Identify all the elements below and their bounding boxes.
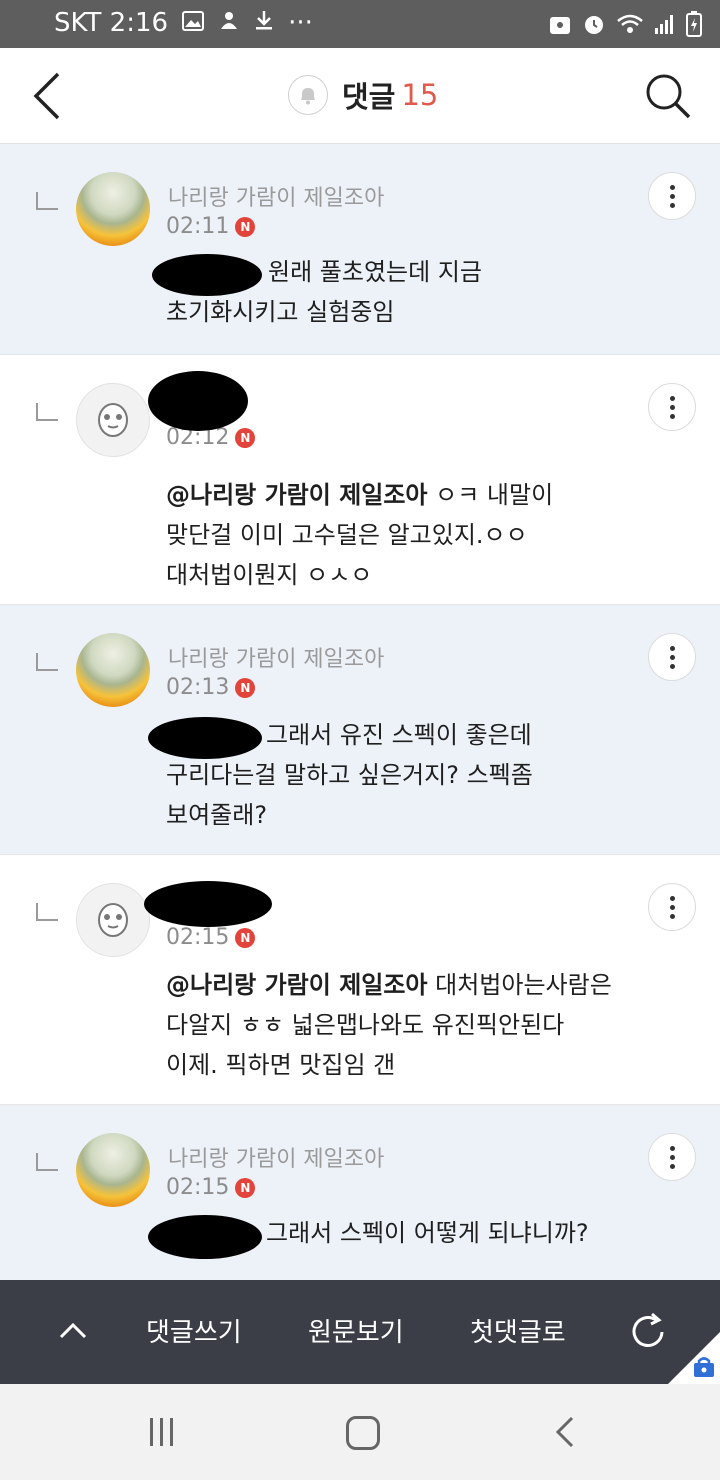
avatar[interactable] [76,172,150,246]
more-options-button[interactable] [648,172,696,220]
comment-time-text: 02:11 [166,214,230,239]
reply-indicator-icon [36,653,58,671]
more-options-button[interactable] [648,383,696,431]
more-options-button[interactable] [648,633,696,681]
more-options-button[interactable] [648,883,696,931]
comment-body: 그래서 유진 스펙이 좋은데 구리다는걸 말하고 싶은거지? 스펙좀 보여줄래? [166,715,666,835]
system-back-button[interactable] [552,1414,578,1450]
new-badge: N [235,1177,256,1198]
comment-time-text: 02:15 [166,925,230,950]
refresh-button[interactable] [626,1310,670,1354]
carrier-time: SKT 2:16 [54,8,169,38]
back-arrow-icon [555,1416,574,1448]
comment-line: 다알지 ㅎㅎ 넓은맵나와도 유진픽안된다 [166,1011,565,1039]
comment-item[interactable]: 나리랑 가람이 제일조아 02:15 N 그래서 스펙이 어떻게 되냐니까? [0,1105,720,1280]
image-icon [182,8,205,38]
comment-author[interactable]: 나리랑 가람이 제일조아 [168,180,384,212]
app-header: 댓글 15 [0,48,720,144]
new-badge: N [235,216,256,237]
signal-icon [654,13,676,39]
comment-body: 그래서 스펙이 어떻게 되냐니까? [166,1213,666,1253]
bell-icon[interactable] [288,75,328,115]
comment-line: @나리랑 가람이 제일조아 ㅇㅋ 내말이 [166,475,666,515]
scroll-top-button[interactable] [56,1314,90,1348]
mention-link[interactable]: @나리랑 가람이 제일조아 [166,481,428,509]
comment-body: 원래 풀초였는데 지금 초기화시키고 실험중임 [166,252,666,332]
comment-line: 원래 풀초였는데 지금 [268,258,482,286]
lock-icon[interactable] [692,1356,716,1378]
redaction-mark [148,371,248,431]
system-navigation-bar [0,1384,720,1480]
search-icon [646,74,691,119]
first-comment-button[interactable]: 첫댓글로 [470,1312,566,1349]
more-indicator: ··· [288,8,313,38]
avatar[interactable] [76,383,150,457]
refresh-icon [632,1312,664,1347]
reply-indicator-icon [36,903,58,921]
new-badge: N [235,927,256,948]
chevron-left-icon [33,72,60,120]
home-button[interactable] [346,1416,380,1450]
status-bar: SKT 2:16 ··· [0,0,720,48]
redaction-mark [144,881,272,927]
comment-time-text: 02:13 [166,675,230,700]
reply-indicator-icon [36,403,58,421]
more-options-button[interactable] [648,1133,696,1181]
comment-text: ㅇㅋ 내말이 [427,481,554,509]
default-avatar-icon [98,403,128,437]
comment-body: @나리랑 가람이 제일조아 대처법아는사람은 다알지 ㅎㅎ 넓은맵나와도 유진픽… [166,965,686,1085]
comment-author[interactable]: 나리랑 가람이 제일조아 [168,1141,384,1173]
page-title: 댓글 [342,80,396,114]
comment-item[interactable]: 02:12 N @나리랑 가람이 제일조아 ㅇㅋ 내말이 맞단걸 이미 고수덜은… [0,355,720,605]
new-badge: N [235,677,256,698]
alarm-icon [582,12,606,40]
comment-time: 02:15 N [166,1175,256,1200]
write-comment-button[interactable]: 댓글쓰기 [146,1312,242,1349]
bottom-toolbar: 댓글쓰기 원문보기 첫댓글로 [0,1280,720,1384]
comment-line: 대처법이뭔지 ㅇㅅㅇ [166,561,373,589]
back-button[interactable] [28,70,68,122]
download-icon [254,8,274,38]
chevron-up-icon [59,1322,87,1339]
notification-icon [218,8,240,38]
comment-line: 그래서 유진 스펙이 좋은데 [266,721,532,749]
recents-button[interactable] [146,1416,178,1448]
comment-line: 맞단걸 이미 고수덜은 알고있지.ㅇㅇ [166,521,528,549]
comment-time: 02:15 N [166,925,256,950]
mention-link[interactable]: @나리랑 가람이 제일조아 [166,971,428,999]
comment-text: 대처법아는사람은 [427,971,612,999]
comment-list: 나리랑 가람이 제일조아 02:11 N 원래 풀초였는데 지금 초기화시키고 … [0,144,720,1280]
comment-item[interactable]: 나리랑 가람이 제일조아 02:13 N 그래서 유진 스펙이 좋은데 구리다는… [0,605,720,855]
default-avatar-icon [98,903,128,937]
comment-body: @나리랑 가람이 제일조아 ㅇㅋ 내말이 맞단걸 이미 고수덜은 알고있지.ㅇㅇ… [166,475,666,595]
comment-line: @나리랑 가람이 제일조아 대처법아는사람은 [166,965,686,1005]
avatar[interactable] [76,883,150,957]
reply-indicator-icon [36,1153,58,1171]
battery-charging-icon [686,11,702,41]
comment-time: 02:11 N [166,214,256,239]
comment-time-text: 02:15 [166,1175,230,1200]
avatar[interactable] [76,1133,150,1207]
comment-line: 구리다는걸 말하고 싶은거지? 스펙좀 [166,761,533,789]
comment-item[interactable]: 나리랑 가람이 제일조아 02:11 N 원래 풀초였는데 지금 초기화시키고 … [0,144,720,355]
comment-line: 초기화시키고 실험중임 [166,298,395,326]
avatar[interactable] [76,633,150,707]
view-original-button[interactable]: 원문보기 [308,1312,404,1349]
new-badge: N [235,427,256,448]
comment-author[interactable]: 나리랑 가람이 제일조아 [168,641,384,673]
comment-line: 그래서 스펙이 어떻게 되냐니까? [266,1219,589,1247]
recents-icon [150,1418,173,1446]
comment-item[interactable]: 02:15 N @나리랑 가람이 제일조아 대처법아는사람은 다알지 ㅎㅎ 넓은… [0,855,720,1105]
wifi-icon [616,13,644,39]
comment-line: 보여줄래? [166,801,268,829]
comment-line: 이제. 픽하면 맛집임 갠 [166,1051,396,1079]
comment-count: 15 [401,78,439,112]
comment-time: 02:13 N [166,675,256,700]
header-title-group: 댓글 15 [288,74,438,116]
search-button[interactable] [644,72,692,120]
reply-indicator-icon [36,192,58,210]
lock-icon [548,13,572,39]
